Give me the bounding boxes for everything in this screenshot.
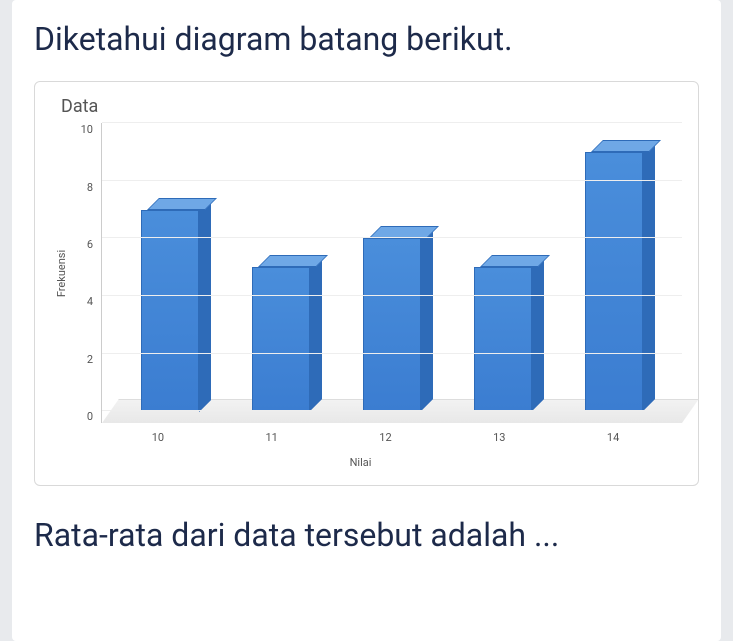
bar-side: [421, 226, 433, 411]
bar-side: [310, 255, 322, 411]
bar-front: [252, 267, 310, 411]
x-tick: 12: [329, 431, 443, 444]
prompt-text-after: Rata-rata dari data tersebut adalah ...: [34, 514, 699, 557]
question-card: Diketahui diagram batang berikut. Data F…: [12, 0, 721, 641]
x-tick: 10: [101, 431, 215, 444]
x-tick: 13: [442, 431, 556, 444]
bar-slot: [559, 123, 670, 411]
x-axis-ticks: 1011121314: [101, 431, 670, 444]
grid-line: [102, 122, 682, 123]
plot-area: [101, 123, 682, 423]
chart-title: Data: [61, 96, 682, 117]
grid-line: [102, 237, 682, 238]
bar-front: [141, 210, 199, 412]
y-tick: 0: [87, 410, 93, 423]
bar-top: [147, 198, 217, 210]
chart-container: Data Frekuensi 1086420 1011121314 Nilai: [34, 81, 699, 486]
bar-slot: [225, 123, 336, 411]
x-axis-label: Nilai: [51, 456, 670, 469]
y-tick: 6: [87, 238, 93, 251]
y-axis-ticks: 10 8 6 4 2 0: [73, 123, 101, 423]
bar: [141, 210, 199, 412]
bar-top: [258, 255, 328, 267]
bar-side: [199, 198, 211, 412]
y-axis-label-wrap: Frekuensi: [51, 123, 73, 423]
grid-line: [102, 180, 682, 181]
x-tick: 14: [556, 431, 670, 444]
grid-line: [102, 353, 682, 354]
bar: [363, 238, 421, 411]
y-tick: 8: [87, 181, 93, 194]
bar-slot: [114, 123, 225, 411]
y-tick: 10: [81, 123, 93, 136]
bar: [474, 267, 532, 411]
bar: [252, 267, 310, 411]
bar-front: [474, 267, 532, 411]
bar-slot: [336, 123, 447, 411]
x-tick: 11: [215, 431, 329, 444]
bar: [585, 152, 643, 411]
prompt-text-before: Diketahui diagram batang berikut.: [34, 18, 699, 61]
bar-front: [585, 152, 643, 411]
grid-line: [102, 295, 682, 296]
bar-side: [532, 255, 544, 411]
plot: [101, 123, 682, 423]
bar-front: [363, 238, 421, 411]
y-tick: 2: [87, 353, 93, 366]
grid-line: [102, 410, 682, 411]
x-axis-wrap: 1011121314 Nilai: [51, 431, 682, 469]
y-tick: 4: [87, 295, 93, 308]
bar-slot: [448, 123, 559, 411]
bars-container: [102, 123, 682, 411]
y-axis-label: Frekuensi: [56, 250, 69, 297]
chart-area: Frekuensi 10 8 6 4 2 0: [51, 123, 682, 423]
